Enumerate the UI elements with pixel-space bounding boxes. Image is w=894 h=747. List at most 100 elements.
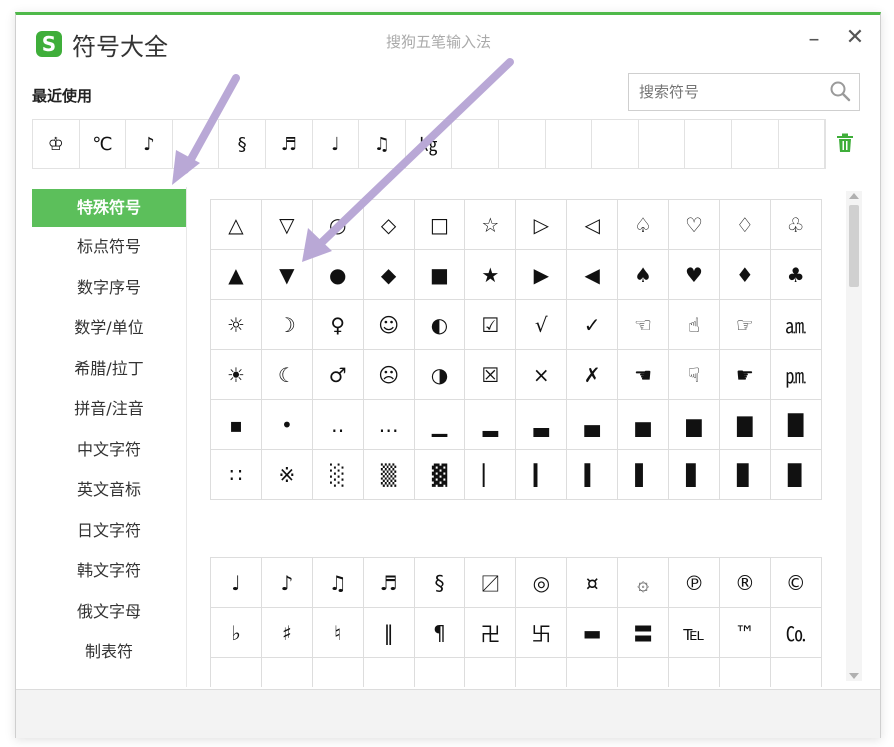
symbol-cell[interactable]: ▼	[261, 250, 313, 300]
recent-symbol-cell[interactable]	[546, 120, 593, 168]
symbol-cell[interactable]: ▒	[363, 450, 415, 500]
recent-symbol-cell[interactable]: ㎏	[406, 120, 453, 168]
symbol-cell[interactable]: █	[770, 400, 822, 450]
search-box[interactable]	[628, 73, 860, 111]
symbol-cell[interactable]: ☛	[719, 350, 771, 400]
symbol-cell[interactable]: ●	[312, 250, 364, 300]
recent-symbol-cell[interactable]: ♬	[266, 120, 313, 168]
sidebar-item-5[interactable]: 拼音/注音	[32, 389, 186, 430]
sidebar-item-11[interactable]: 制表符	[32, 632, 186, 673]
symbol-cell[interactable]: ▁	[414, 400, 466, 450]
sidebar-item-1[interactable]: 标点符号	[32, 227, 186, 268]
symbol-cell[interactable]: ©	[770, 558, 822, 608]
symbol-cell[interactable]: ‖	[363, 608, 415, 658]
sidebar-item-9[interactable]: 韩文字符	[32, 551, 186, 592]
symbol-cell[interactable]: ♣	[770, 250, 822, 300]
symbol-cell[interactable]: ※	[261, 450, 313, 500]
sidebar-item-6[interactable]: 中文字符	[32, 430, 186, 471]
vertical-scrollbar[interactable]	[846, 191, 862, 681]
symbol-cell[interactable]: ☺	[363, 300, 415, 350]
symbol-cell[interactable]: ☆	[465, 200, 517, 250]
recent-symbol-cell[interactable]	[639, 120, 686, 168]
symbol-cell[interactable]: ♫	[312, 558, 364, 608]
symbol-cell[interactable]: •	[261, 400, 313, 450]
symbol-cell[interactable]: ♮	[312, 608, 364, 658]
recent-symbol-cell[interactable]: ♪	[126, 120, 173, 168]
recent-symbol-cell[interactable]: ♩	[313, 120, 360, 168]
symbol-cell[interactable]	[313, 658, 364, 687]
search-icon[interactable]	[829, 80, 851, 102]
symbol-cell[interactable]: ☝	[669, 300, 720, 350]
symbol-cell[interactable]: 〓	[618, 608, 670, 658]
symbol-cell[interactable]: ▂	[465, 400, 517, 450]
symbol-cell[interactable]	[465, 658, 517, 687]
symbol-cell[interactable]: ◆	[363, 250, 415, 300]
symbol-cell[interactable]: ▪	[211, 400, 262, 450]
symbol-cell[interactable]: ™	[719, 608, 771, 658]
symbol-cell[interactable]: ○	[312, 200, 364, 250]
symbol-cell[interactable]: ■	[414, 250, 466, 300]
symbol-cell[interactable]	[262, 658, 313, 687]
symbol-cell[interactable]: ▎	[516, 450, 568, 500]
symbol-cell[interactable]: ☜	[618, 300, 670, 350]
symbol-cell[interactable]: ◁	[567, 200, 619, 250]
symbol-cell[interactable]: ☽	[261, 300, 313, 350]
recent-symbol-cell[interactable]	[173, 120, 220, 168]
sidebar-item-3[interactable]: 数学/单位	[32, 308, 186, 349]
symbol-cell[interactable]: ▉	[770, 450, 822, 500]
symbol-cell[interactable]: ♯	[261, 608, 313, 658]
symbol-cell[interactable]: ☼	[211, 300, 262, 350]
symbol-cell[interactable]: ♤	[618, 200, 670, 250]
symbol-cell[interactable]: ░	[312, 450, 364, 500]
symbol-cell[interactable]: ▏	[465, 450, 517, 500]
symbol-cell[interactable]: □	[414, 200, 466, 250]
symbol-cell[interactable]: ×	[516, 350, 568, 400]
symbol-cell[interactable]: ▶	[516, 250, 568, 300]
recent-symbol-cell[interactable]	[685, 120, 732, 168]
symbol-cell[interactable]: ▃	[516, 400, 568, 450]
symbol-cell[interactable]: 卍	[465, 608, 517, 658]
recent-symbol-cell[interactable]: §	[219, 120, 266, 168]
symbol-cell[interactable]: 卐	[516, 608, 568, 658]
symbol-cell[interactable]: ▇	[719, 400, 771, 450]
symbol-cell[interactable]: ☑	[465, 300, 517, 350]
sidebar-item-4[interactable]: 希腊/拉丁	[32, 349, 186, 390]
symbol-cell[interactable]: ℡	[669, 608, 720, 658]
symbol-cell[interactable]	[771, 658, 822, 687]
symbol-cell[interactable]: ☹	[363, 350, 415, 400]
symbol-cell[interactable]: ▓	[414, 450, 466, 500]
symbol-cell[interactable]	[415, 658, 466, 687]
close-button[interactable]: ✕	[844, 25, 866, 51]
symbol-cell[interactable]: ▅	[618, 400, 670, 450]
symbol-cell[interactable]	[618, 658, 670, 687]
symbol-cell[interactable]: ☟	[669, 350, 720, 400]
symbol-cell[interactable]	[516, 658, 568, 687]
symbol-cell[interactable]: ♂	[312, 350, 364, 400]
symbol-cell[interactable]	[720, 658, 771, 687]
symbol-cell[interactable]: ▋	[669, 450, 720, 500]
sidebar-item-10[interactable]: 俄文字母	[32, 592, 186, 633]
symbol-cell[interactable]: ♪	[261, 558, 313, 608]
symbol-cell[interactable]	[567, 658, 619, 687]
symbol-cell[interactable]: 〼	[465, 558, 517, 608]
symbol-cell[interactable]	[364, 658, 415, 687]
symbol-cell[interactable]: ♬	[363, 558, 415, 608]
recent-symbol-cell[interactable]	[452, 120, 499, 168]
sidebar-item-0[interactable]: 特殊符号	[32, 189, 186, 227]
symbol-cell[interactable]: ◑	[414, 350, 466, 400]
search-input[interactable]	[637, 80, 821, 104]
recent-symbol-cell[interactable]: ♔	[33, 120, 80, 168]
symbol-cell[interactable]: ♀	[312, 300, 364, 350]
symbol-cell[interactable]: ㏂	[770, 300, 822, 350]
symbol-cell[interactable]: ‥	[312, 400, 364, 450]
recent-symbol-cell[interactable]: ℃	[80, 120, 127, 168]
symbol-cell[interactable]: △	[211, 200, 262, 250]
symbol-cell[interactable]: ▬	[567, 608, 619, 658]
symbol-cell[interactable]: ♠	[618, 250, 670, 300]
symbol-cell[interactable]: ¶	[414, 608, 466, 658]
symbol-cell[interactable]: ℗	[669, 558, 720, 608]
symbol-cell[interactable]: ☞	[719, 300, 771, 350]
symbol-cell[interactable]: ♭	[211, 608, 262, 658]
scroll-up-icon[interactable]	[849, 193, 859, 199]
recent-symbol-cell[interactable]	[779, 120, 826, 168]
